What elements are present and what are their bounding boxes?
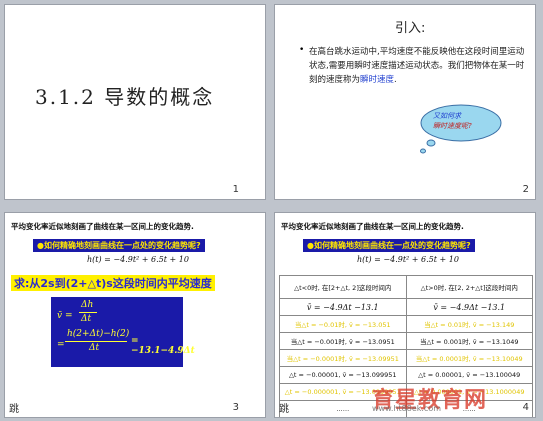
slide-3[interactable]: 平均变化率近似地刻画了曲线在某一区间上的变化趋势. ●如何精确地刻画曲线在一点处…	[4, 212, 266, 418]
height-equation: h(t) = −4.9t² + 6.5t + 10	[357, 255, 459, 264]
table-cell: 当△t = −0.001时, v̄ = −13.0951	[279, 332, 407, 350]
slide-1[interactable]: 3.1.2 导数的概念 1	[4, 4, 266, 200]
table-cell: △t = −0.00001, v̄ = −13.099951	[279, 366, 407, 384]
fraction-2-numerator: h(2+Δt)−h(2)	[67, 329, 130, 339]
formula-result: = −13.1−4.9Δt	[131, 336, 195, 356]
fraction-2-denominator: Δt	[89, 343, 100, 353]
slide-title: 3.1.2 导数的概念	[35, 85, 215, 109]
table-header-cell: △t<0时, 在[2+△t, 2]这段时间内	[279, 275, 407, 299]
table-row: 当△t = −0.001时, v̄ = −13.0951 当△t = 0.001…	[279, 332, 533, 350]
watermark-url: www.ht88ek.com	[372, 404, 442, 413]
task-text: 求:从2s到(2+△t)s这段时间内平均速度	[11, 275, 215, 291]
table-cell: 当△t = 0.01时, v̄ = −13.149	[405, 315, 533, 333]
corner-label: 跳	[9, 404, 19, 415]
fraction-1-line	[79, 312, 97, 313]
table-header-row: △t<0时, 在[2+△t, 2]这段时间内 △t>0时, 在[2, 2+△t]…	[279, 275, 533, 299]
intro-paragraph: 在高台跳水运动中,平均速度不能反映他在这段时间里运动状态,需要用瞬时速度描述运动…	[309, 45, 529, 87]
slide-2[interactable]: 引入: • 在高台跳水运动中,平均速度不能反映他在这段时间里运动状态,需要用瞬时…	[274, 4, 536, 200]
table-cell: 当△t = 0.001时, v̄ = −13.1049	[405, 332, 533, 350]
intro-highlight: 瞬时速度	[360, 75, 395, 85]
cloud-text: 又如何求 瞬时速度呢?	[433, 111, 472, 131]
formula-box: v̄ = Δh Δt = h(2+Δt)−h(2) Δt = −13.1−4.9…	[51, 297, 195, 367]
slide-number: 2	[522, 184, 529, 195]
question-banner: ●如何精确地刻画曲线在一点处的变化趋势呢?	[303, 239, 475, 252]
slide-header: 平均变化率近似地刻画了曲线在某一区间上的变化趋势.	[281, 222, 464, 231]
table-row: △t = −0.00001, v̄ = −13.099951 △t = 0.00…	[279, 366, 533, 384]
slide-header: 平均变化率近似地刻画了曲线在某一区间上的变化趋势.	[11, 222, 194, 231]
table-cell: 当△t = −0.01时, v̄ = −13.051	[279, 315, 407, 333]
table-cell: △t = 0.00001, v̄ = −13.100049	[405, 366, 533, 384]
cloud-line-2: 瞬时速度呢?	[433, 122, 472, 130]
bullet-icon: •	[299, 45, 305, 55]
table-header-cell: △t>0时, 在[2, 2+△t]这段时间内	[405, 275, 533, 299]
table-formula-row: v̄ = −4.9Δt −13.1 v̄ = −4.9Δt −13.1	[279, 298, 533, 316]
fraction-2-line	[65, 341, 127, 342]
slide-number: 4	[522, 402, 529, 413]
slide-heading: 引入:	[395, 21, 426, 36]
height-equation: h(t) = −4.9t² + 6.5t + 10	[87, 255, 189, 264]
table-row: 当△t = −0.0001时, v̄ = −13.09951 当△t = 0.0…	[279, 349, 533, 367]
cloud-line-1: 又如何求	[433, 112, 461, 120]
intro-text: 在高台跳水运动中,平均速度不能反映他在这段时间里运动状态,需要用瞬时速度描述运动…	[309, 47, 525, 85]
table-row: 当△t = −0.01时, v̄ = −13.051 当△t = 0.01时, …	[279, 315, 533, 333]
table-cell: 当△t = −0.0001时, v̄ = −13.09951	[279, 349, 407, 367]
fraction-1-denominator: Δt	[81, 314, 92, 324]
table-formula-cell: v̄ = −4.9Δt −13.1	[279, 298, 407, 316]
question-banner: ●如何精确地刻画曲线在一点处的变化趋势呢?	[33, 239, 205, 252]
formula-lhs: v̄ =	[57, 311, 73, 321]
slide-number: 3	[232, 402, 239, 413]
table-cell: 当△t = 0.0001时, v̄ = −13.10049	[405, 349, 533, 367]
corner-label: 跳	[279, 404, 289, 415]
table-formula-cell: v̄ = −4.9Δt −13.1	[405, 298, 533, 316]
equals-sign: =	[57, 340, 65, 350]
intro-text-end: .	[394, 75, 397, 85]
fraction-1-numerator: Δh	[81, 300, 94, 310]
slide-number: 1	[232, 184, 239, 195]
